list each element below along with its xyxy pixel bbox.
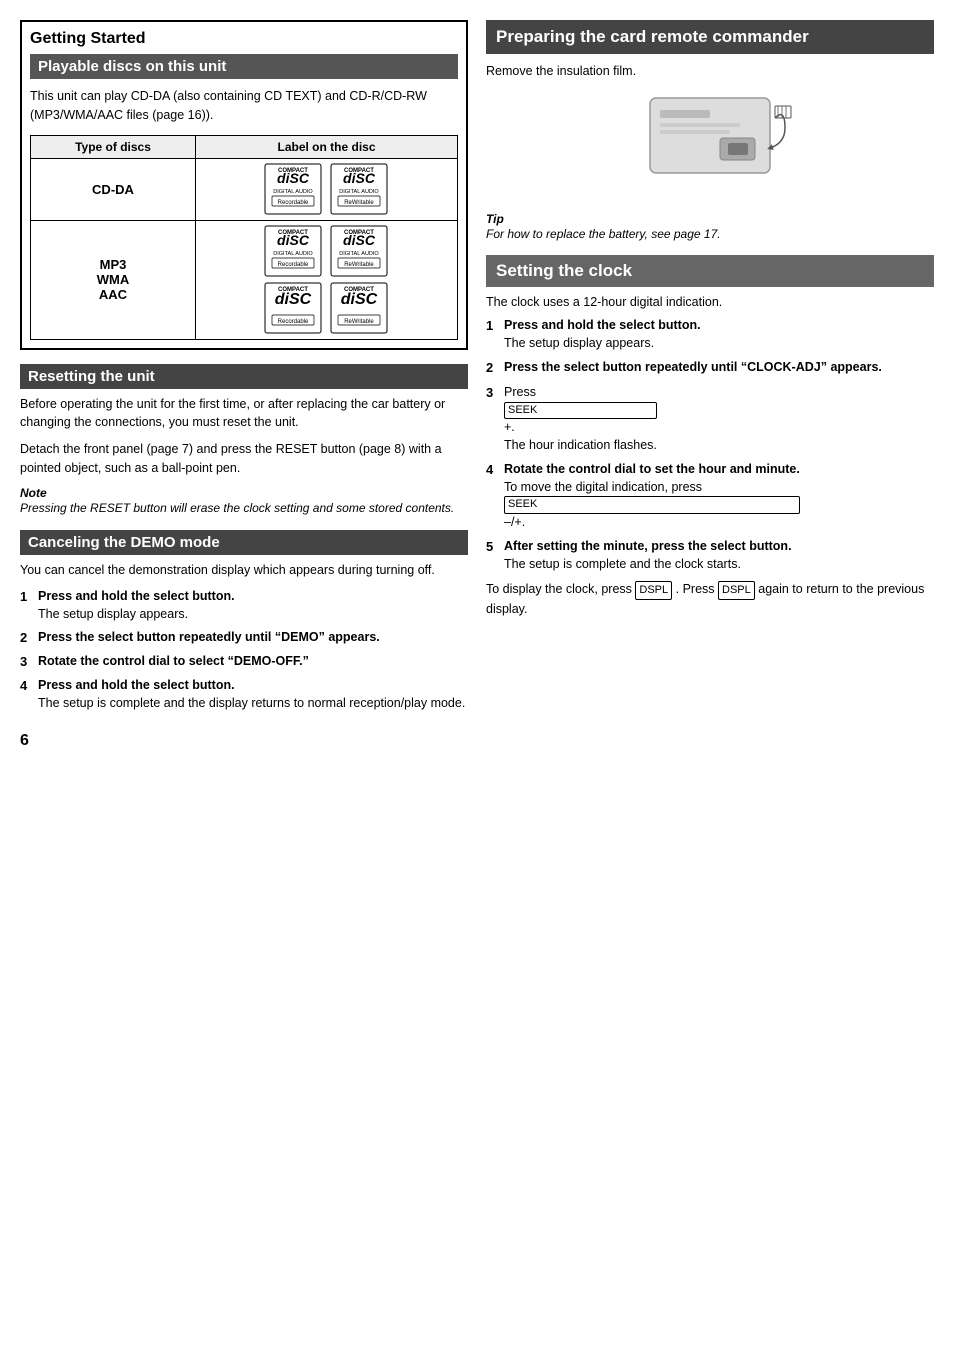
- svg-text:diSC: diSC: [344, 232, 377, 248]
- disc-icon-mp3-rewritable2: COMPACT diSC ReWritable: [328, 282, 390, 335]
- svg-text:diSC: diSC: [341, 291, 378, 308]
- dspl-kbd-2: DSPL: [718, 581, 755, 600]
- disc-type-mp3: MP3 WMA AAC: [31, 220, 196, 339]
- card-remote-image-area: [486, 88, 934, 201]
- disc-icons-cdda: COMPACT diSC DIGITAL AUDIO Recordable: [195, 158, 457, 220]
- disc-table: Type of discs Label on the disc CD-DA: [30, 135, 458, 340]
- svg-text:Recordable: Recordable: [278, 200, 309, 206]
- clock-step1-bold: Press and hold the select button.: [504, 317, 701, 335]
- demo-section: Canceling the DEMO mode You can cancel t…: [20, 530, 468, 712]
- clock-step5-sub: The setup is complete and the clock star…: [504, 556, 792, 574]
- clock-step4-sub: To move the digital indication, press SE…: [504, 479, 800, 531]
- getting-started-box: Getting Started Playable discs on this u…: [20, 20, 468, 350]
- clock-footer: To display the clock, press DSPL . Press…: [486, 580, 934, 618]
- svg-text:ReWritable: ReWritable: [345, 262, 375, 268]
- list-item: 5 After setting the minute, press the se…: [486, 538, 934, 573]
- demo-step1-sub: The setup display appears.: [38, 606, 235, 624]
- svg-text:diSC: diSC: [275, 291, 312, 308]
- playable-discs-header: Playable discs on this unit: [30, 54, 458, 79]
- tip-label: Tip: [486, 212, 504, 226]
- clock-steps-list: 1 Press and hold the select button. The …: [486, 317, 934, 573]
- table-row: MP3 WMA AAC COMPACT diSC DIGITAL AUDIO: [31, 220, 458, 339]
- preparing-section: Preparing the card remote commander Remo…: [486, 20, 934, 241]
- svg-text:Recordable: Recordable: [278, 319, 309, 325]
- intro-text: This unit can play CD-DA (also containin…: [30, 87, 458, 125]
- svg-text:DIGITAL AUDIO: DIGITAL AUDIO: [340, 189, 380, 195]
- page-layout: Getting Started Playable discs on this u…: [20, 20, 934, 750]
- resetting-header: Resetting the unit: [20, 364, 468, 389]
- svg-text:Recordable: Recordable: [278, 262, 309, 268]
- clock-step2-bold: Press the select button repeatedly until…: [504, 359, 882, 377]
- svg-text:DIGITAL AUDIO: DIGITAL AUDIO: [274, 251, 314, 257]
- col-label: Label on the disc: [195, 135, 457, 158]
- resetting-body2: Detach the front panel (page 7) and pres…: [20, 440, 468, 478]
- disc-icon-mp3-recordable2: COMPACT diSC Recordable: [262, 282, 324, 335]
- list-item: 3 Rotate the control dial to select “DEM…: [20, 653, 468, 671]
- disc-type-cdda: CD-DA: [31, 158, 196, 220]
- resetting-section: Resetting the unit Before operating the …: [20, 364, 468, 517]
- note-text: Pressing the RESET button will erase the…: [20, 501, 454, 515]
- clock-section: Setting the clock The clock uses a 12-ho…: [486, 255, 934, 618]
- note-label: Note: [20, 486, 468, 500]
- svg-text:diSC: diSC: [278, 170, 311, 186]
- list-item: 4 Rotate the control dial to set the hou…: [486, 461, 934, 531]
- svg-text:diSC: diSC: [278, 232, 311, 248]
- demo-intro: You can cancel the demonstration display…: [20, 561, 468, 580]
- clock-step1-sub: The setup display appears.: [504, 335, 701, 353]
- demo-steps-list: 1 Press and hold the select button. The …: [20, 588, 468, 712]
- disc-icons-mp3: COMPACT diSC DIGITAL AUDIO Recordable: [195, 220, 457, 339]
- disc-icon-rewritable: COMPACT diSC DIGITAL AUDIO ReWritable: [328, 163, 390, 216]
- svg-text:DIGITAL AUDIO: DIGITAL AUDIO: [274, 189, 314, 195]
- disc-icon-recordable: COMPACT diSC DIGITAL AUDIO Recordable: [262, 163, 324, 216]
- svg-text:DIGITAL AUDIO: DIGITAL AUDIO: [340, 251, 380, 257]
- clock-intro: The clock uses a 12-hour digital indicat…: [486, 295, 934, 309]
- list-item: 1 Press and hold the select button. The …: [486, 317, 934, 352]
- preparing-header: Preparing the card remote commander: [486, 20, 934, 54]
- clock-step3-sub: The hour indication flashes.: [504, 437, 657, 455]
- page-number: 6: [20, 732, 468, 750]
- disc-icon-mp3-rewritable1: COMPACT diSC DIGITAL AUDIO ReWritable: [328, 225, 390, 278]
- left-column: Getting Started Playable discs on this u…: [20, 20, 468, 750]
- getting-started-title: Getting Started: [30, 30, 458, 48]
- demo-step4-bold: Press and hold the select button.: [38, 677, 465, 695]
- right-column: Preparing the card remote commander Remo…: [486, 20, 934, 750]
- svg-text:diSC: diSC: [344, 170, 377, 186]
- tip-text: For how to replace the battery, see page…: [486, 227, 721, 241]
- disc-icon-mp3-recordable1: COMPACT diSC DIGITAL AUDIO Recordable: [262, 225, 324, 278]
- demo-step4-sub: The setup is complete and the display re…: [38, 695, 465, 713]
- list-item: 3 Press SEEK +. The hour indication flas…: [486, 384, 934, 454]
- preparing-intro: Remove the insulation film.: [486, 64, 934, 78]
- dspl-kbd-1: DSPL: [635, 581, 672, 600]
- list-item: 2 Press the select button repeatedly unt…: [20, 629, 468, 647]
- svg-text:ReWritable: ReWritable: [345, 319, 375, 325]
- card-remote-svg: [620, 88, 800, 198]
- note-block: Note Pressing the RESET button will eras…: [20, 486, 468, 517]
- clock-step5-bold: After setting the minute, press the sele…: [504, 538, 792, 556]
- svg-text:ReWritable: ReWritable: [345, 200, 375, 206]
- list-item: 4 Press and hold the select button. The …: [20, 677, 468, 712]
- demo-header: Canceling the DEMO mode: [20, 530, 468, 555]
- seek-kbd-1: SEEK: [504, 402, 657, 419]
- clock-step3-bold: Press SEEK +.: [504, 384, 657, 436]
- list-item: 1 Press and hold the select button. The …: [20, 588, 468, 623]
- list-item: 2 Press the select button repeatedly unt…: [486, 359, 934, 377]
- demo-step3-bold: Rotate the control dial to select “DEMO-…: [38, 653, 309, 671]
- clock-header: Setting the clock: [486, 255, 934, 287]
- tip-section: Tip For how to replace the battery, see …: [486, 211, 934, 241]
- col-type: Type of discs: [31, 135, 196, 158]
- seek-kbd-2: SEEK: [504, 496, 800, 513]
- table-row: CD-DA COMPACT diSC DIGITAL AUDIO: [31, 158, 458, 220]
- demo-step2-bold: Press the select button repeatedly until…: [38, 629, 380, 647]
- resetting-body1: Before operating the unit for the first …: [20, 395, 468, 433]
- clock-step4-bold: Rotate the control dial to set the hour …: [504, 461, 800, 479]
- demo-step1-bold: Press and hold the select button.: [38, 588, 235, 606]
